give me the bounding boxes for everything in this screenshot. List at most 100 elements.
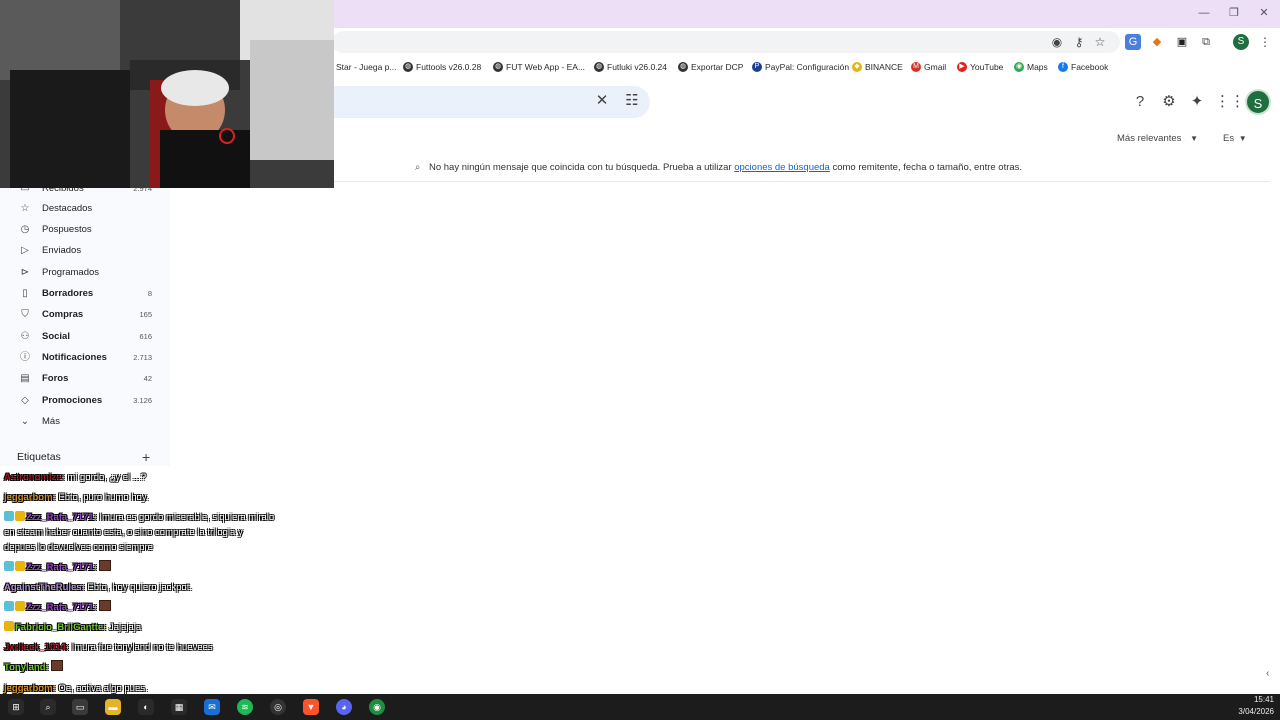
eye-icon[interactable]: ◉ [1049,34,1065,50]
bookmark-item[interactable]: Star - Juega p... [336,60,396,74]
sidebar-item-social[interactable]: ⚇ Social 616 [0,326,170,347]
spotify-icon[interactable]: ≋ [237,699,253,715]
mail-icon[interactable]: ✉ [204,699,220,715]
chat-badge-icon [4,511,14,521]
bookmark-star-icon[interactable]: ☆ [1092,34,1108,50]
translate-extension-icon[interactable]: G [1125,34,1141,50]
search-options-icon[interactable]: ☷ [622,91,642,111]
chevron-down-icon: ▼ [1190,134,1198,143]
sidebar-item-enviados[interactable]: ▷ Enviados [0,240,170,261]
bookmark-item[interactable]: f Facebook [1058,60,1108,74]
metamask-extension-icon[interactable]: ◆ [1149,34,1165,50]
bookmark-item[interactable]: ▶ YouTube [957,60,1003,74]
chat-badge-icon [15,601,25,611]
chat-username: Zzz_Rafa_7171: [26,512,97,523]
bookmark-item[interactable]: ◍ Futtools v26.0.28 [403,60,481,74]
chat-text: Imura fue tonyland no te huevees [71,642,213,653]
search-icon[interactable]: ⌕ [40,699,56,715]
chat-username: Fabricio_BriiGantte: [15,622,107,633]
chat-message: Tonyland: [4,660,64,675]
sidebar-item-count: 616 [139,332,152,341]
clear-search-icon[interactable]: ✕ [592,91,612,111]
task-view-icon[interactable]: ▭ [72,699,88,715]
sidebar-item-destacados[interactable]: ☆ Destacados [0,198,170,219]
chat-text: Jajajaja [108,622,142,633]
chat-message: Zzz_Rafa_7171: [4,560,112,575]
chat-username: Jxrlleck_1014: [4,642,69,653]
bookmark-favicon-icon: ◍ [594,62,604,72]
sidebar-item-programados[interactable]: ⊳ Programados [0,262,170,283]
chat-message: jeggarbom: Ebto, puro humo hoy. [4,490,149,505]
chat-message: Fabricio_BriiGantte: Jajajaja [4,620,141,635]
help-icon[interactable]: ? [1130,92,1150,112]
bookmark-item[interactable]: ◍ FUT Web App - EA... [493,60,585,74]
sidebar-item-label: Social [42,331,70,342]
windows-start-icon[interactable]: ⊞ [8,699,24,715]
language-label: Es [1223,133,1235,144]
browser-menu-icon[interactable]: ⋮ [1257,34,1273,50]
bookmark-label: PayPal: Configuración [765,62,850,72]
taskbar [0,694,1280,720]
bookmark-favicon-icon: ◍ [493,62,503,72]
sidebar-item-label: Enviados [42,245,82,256]
gemini-sparkle-icon[interactable]: ✦ [1187,92,1207,112]
chat-emote-icon [51,660,64,671]
extensions-puzzle-icon[interactable]: ⧉ [1198,34,1214,50]
account-avatar[interactable]: S [1245,89,1271,115]
chrome-icon[interactable]: ◉ [369,699,385,715]
bookmark-label: Star - Juega p... [336,62,397,72]
chat-emote-icon [99,560,112,571]
close-window-icon[interactable]: ✕ [1254,5,1274,21]
key-icon[interactable]: ⚷ [1071,34,1087,50]
brave-icon[interactable]: ▼ [303,699,319,715]
chat-message: en steam haber cuanto esta, o sino compr… [4,525,243,540]
sidebar-item-label: Compras [42,309,84,320]
chat-text: Ebto, hoy quiero jackpot. [87,582,192,593]
divider [332,181,1270,182]
restore-icon[interactable]: ❐ [1224,5,1244,21]
wallet-extension-icon[interactable]: ▣ [1174,34,1190,50]
add-label-icon[interactable]: + [142,449,150,465]
sidebar-item-foros[interactable]: ▤ Foros 42 [0,368,170,389]
language-dropdown[interactable]: Es ▼ [1223,133,1247,144]
bookmark-item[interactable]: M Gmail [911,60,946,74]
chat-badge-icon [4,561,14,571]
clock-date[interactable]: 3/04/2026 [1230,707,1274,716]
browser-profile-avatar[interactable]: S [1233,34,1249,50]
sidebar-item-promociones[interactable]: ◇ Promociones 3.126 [0,390,170,411]
bookmark-item[interactable]: ◉ Maps [1014,60,1048,74]
chat-text: Ebto, puro humo hoy. [58,492,149,503]
calendar-icon[interactable]: ▦ [171,699,187,715]
scheduled-icon: ⊳ [20,266,30,278]
discord-icon[interactable]: ◕ [336,699,352,715]
sidebar-item-label: Destacados [42,203,93,214]
sort-dropdown[interactable]: Más relevantes ▼ [1117,133,1198,144]
bookmark-item[interactable]: ◆ BINANCE [852,60,903,74]
obs-icon[interactable]: ◎ [270,699,286,715]
sidebar-item-borradores[interactable]: ▯ Borradores 8 [0,283,170,304]
clock-time[interactable]: 15:41 [1240,695,1274,704]
chat-message: Zzz_Rafa_7171: Imura es gordo miserable,… [4,510,274,525]
bookmark-item[interactable]: ◍ Exportar DCP [678,60,743,74]
sidebar-item-compras[interactable]: ⛉ Compras 165 [0,304,170,325]
bookmark-favicon-icon: ◆ [852,62,862,72]
sidebar-item-notificaciones[interactable]: ⓘ Notificaciones 2.713 [0,347,170,368]
sidebar-item-label: Notificaciones [42,352,107,363]
apps-grid-icon[interactable]: ⋮⋮ [1215,92,1245,112]
chat-message: Jxrlleck_1014: Imura fue tonyland no te … [4,640,213,655]
file-explorer-icon[interactable]: ▬ [105,699,121,715]
bookmark-item[interactable]: ◍ Futluki v26.0.24 [594,60,667,74]
address-bar[interactable] [332,31,1120,53]
bookmark-item[interactable]: P PayPal: Configuración [752,60,849,74]
search-options-link[interactable]: opciones de búsqueda [734,162,830,173]
edge-icon[interactable]: ◐ [138,699,154,715]
chevron-left-icon[interactable]: ‹ [1266,668,1269,679]
tag-icon: ◇ [21,394,29,406]
chat-username: Tonyland: [4,662,49,673]
sidebar-item-pospuestos[interactable]: ◷ Pospuestos [0,219,170,240]
bookmark-label: Gmail [924,62,947,72]
minimize-icon[interactable]: — [1194,5,1214,21]
gear-icon[interactable]: ⚙ [1159,92,1179,112]
draft-icon: ▯ [22,287,28,299]
sidebar-item-más[interactable]: ⌄ Más [0,411,170,432]
